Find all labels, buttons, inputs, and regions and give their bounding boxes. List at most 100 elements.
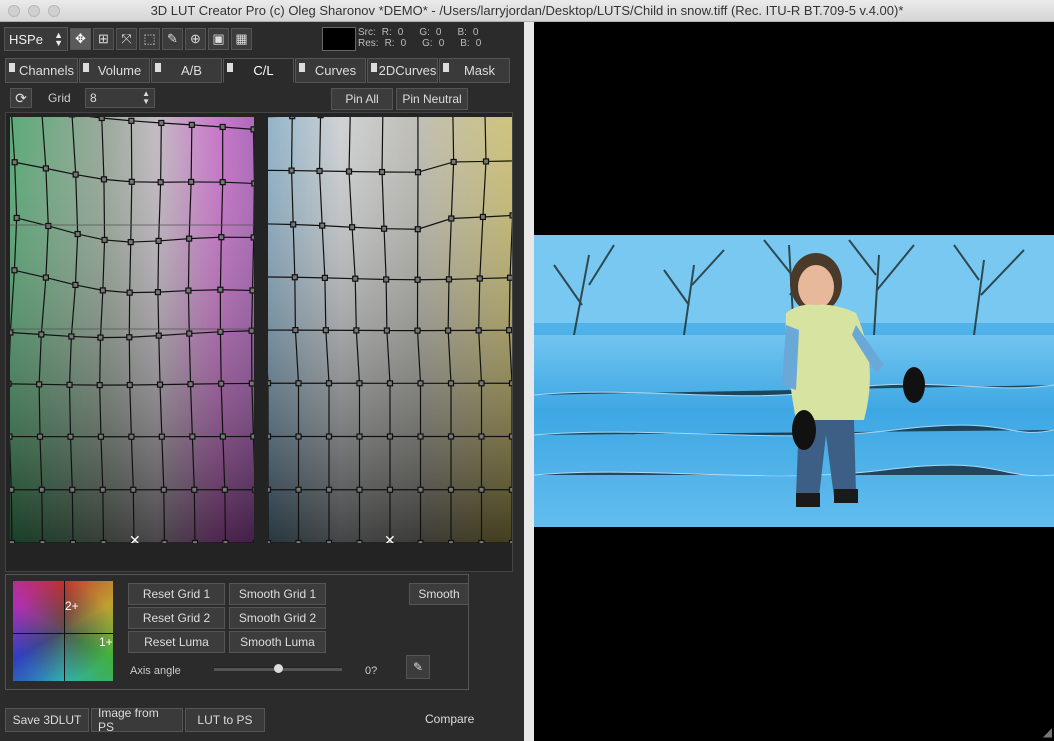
- grid-2-plot[interactable]: ✕: [268, 117, 512, 543]
- grid-node-handle: [222, 539, 229, 543]
- pin-all-button[interactable]: Pin All: [331, 88, 393, 110]
- tab-checkbox[interactable]: [299, 63, 305, 72]
- fit-icon: ▣: [212, 31, 225, 46]
- reset-grid-1-label: Reset Grid 1: [142, 587, 211, 601]
- grid-node-handle: [10, 539, 16, 543]
- smooth-button[interactable]: Smooth: [409, 583, 469, 605]
- tab-cl[interactable]: C/L: [223, 58, 294, 83]
- eyedropper-icon: ✎: [412, 660, 424, 674]
- grid-node-handle: [186, 235, 193, 242]
- grid-node-handle: [157, 179, 164, 186]
- color-swatch: [322, 27, 356, 51]
- lut-to-ps-button[interactable]: LUT to PS: [185, 708, 265, 732]
- tab-checkbox[interactable]: [155, 63, 161, 72]
- grid-move-tool-button[interactable]: ⊞: [93, 28, 114, 50]
- grid-node-handle: [445, 276, 453, 283]
- grid-node-handle: [128, 178, 135, 185]
- smooth-grid-2-button[interactable]: Smooth Grid 2: [229, 607, 326, 629]
- pin-neutral-button[interactable]: Pin Neutral: [396, 88, 468, 110]
- tab-2dcurves[interactable]: 2DCurves: [367, 58, 438, 83]
- smooth-grid-1-button[interactable]: Smooth Grid 1: [229, 583, 326, 605]
- grid-node-handle: [219, 433, 226, 440]
- grid-size-value: 8: [90, 91, 97, 105]
- mode-select-value: HSPe: [9, 31, 43, 47]
- grid-bar: ⟳ Grid 8 ▲ ▼ Pin All Pin Neutral: [5, 86, 513, 112]
- grid-node-handle: [414, 169, 422, 176]
- grid-node-handle: [98, 117, 105, 122]
- color-wheel[interactable]: 2+ 1+: [13, 581, 113, 681]
- grid-1-plot[interactable]: ✕: [10, 117, 254, 543]
- res-g-label: G:: [422, 38, 433, 49]
- tab-ab[interactable]: A/B: [151, 58, 222, 83]
- split-divider[interactable]: [524, 22, 534, 741]
- move-tool-button[interactable]: ✥: [70, 28, 91, 50]
- tab-checkbox[interactable]: [443, 63, 449, 72]
- cl-grid-area: ✕ ✕: [5, 112, 513, 572]
- grid-node-handle: [250, 126, 254, 133]
- tab-label: Channels: [19, 63, 74, 78]
- reset-grid-1-button[interactable]: Reset Grid 1: [128, 583, 225, 605]
- minimize-window-button[interactable]: [28, 5, 40, 17]
- layout-tool-button[interactable]: ▦: [231, 28, 252, 50]
- reset-luma-button[interactable]: Reset Luma: [128, 631, 225, 653]
- grid-node-handle: [11, 267, 18, 274]
- fit-tool-button[interactable]: ▣: [208, 28, 229, 50]
- smooth-luma-label: Smooth Luma: [240, 635, 315, 649]
- grid-node-handle: [188, 121, 195, 128]
- grid-node-handle: [508, 486, 512, 493]
- tab-checkbox[interactable]: [9, 63, 15, 72]
- grid-node-handle: [38, 331, 45, 338]
- scale-tool-button[interactable]: ⤧: [116, 28, 137, 50]
- grid-node-handle: [126, 289, 133, 296]
- close-window-button[interactable]: [8, 5, 20, 17]
- grid-node-handle: [10, 433, 13, 440]
- tab-mask[interactable]: Mask: [439, 58, 510, 83]
- tab-volume[interactable]: Volume: [79, 58, 150, 83]
- eyedropper-tool-button[interactable]: ✎: [162, 28, 183, 50]
- zoom-window-button[interactable]: [48, 5, 60, 17]
- grid-node-handle: [10, 380, 12, 387]
- grid-node-handle: [290, 221, 297, 228]
- grid-node-handle: [249, 287, 254, 294]
- grid-node-handle: [188, 178, 195, 186]
- tab-checkbox[interactable]: [83, 63, 89, 72]
- grid-node-handle: [248, 380, 254, 387]
- tab-checkbox[interactable]: [371, 63, 377, 72]
- image-from-ps-button[interactable]: Image from PS: [91, 706, 183, 734]
- smooth-luma-button[interactable]: Smooth Luma: [229, 631, 326, 653]
- grid-label: Grid: [48, 91, 71, 105]
- tab-channels[interactable]: Channels: [5, 58, 78, 83]
- chevron-updown-icon: ▲ ▼: [142, 89, 150, 106]
- tab-checkbox[interactable]: [227, 63, 233, 72]
- save-3dlut-button[interactable]: Save 3DLUT: [5, 708, 89, 732]
- tab-curves[interactable]: Curves: [295, 58, 366, 83]
- grid-node-handle: [349, 224, 356, 231]
- grid-node-handle: [158, 119, 165, 127]
- grid-node-handle: [417, 486, 424, 493]
- axis-line: [13, 633, 113, 634]
- save-3dlut-label: Save 3DLUT: [12, 713, 82, 727]
- grid-node-handle: [11, 159, 18, 166]
- mode-select[interactable]: HSPe ▲ ▼: [4, 27, 68, 51]
- resize-grip-icon[interactable]: ◢: [1043, 725, 1052, 739]
- grid-node-handle: [353, 327, 360, 334]
- zoom-icon: ⊕: [190, 31, 201, 46]
- reset-view-button[interactable]: ⟳: [10, 88, 32, 108]
- eyedropper-icon: ✎: [167, 31, 178, 46]
- grid-node-handle: [478, 380, 485, 387]
- grid-node-handle: [155, 332, 162, 339]
- slider-knob[interactable]: [274, 664, 283, 673]
- eyedropper-button[interactable]: ✎: [406, 655, 430, 679]
- grid-node-handle: [386, 486, 394, 493]
- zoom-tool-button[interactable]: ⊕: [185, 28, 206, 50]
- axis-marker-icon: ✕: [384, 532, 396, 543]
- reset-grid-2-button[interactable]: Reset Grid 2: [128, 607, 225, 629]
- grid-node-handle: [476, 275, 483, 282]
- image-viewer[interactable]: ◢: [534, 22, 1054, 741]
- select-rect-tool-button[interactable]: ⬚: [139, 28, 160, 50]
- toolbar: HSPe ▲ ▼ ✥ ⊞ ⤧ ⬚ ✎ ⊕ ▣ ▦: [4, 26, 252, 52]
- compare-button[interactable]: Compare: [425, 712, 474, 726]
- grid-node-handle: [445, 327, 452, 334]
- grid-size-stepper[interactable]: 8 ▲ ▼: [85, 88, 155, 108]
- axis-angle-slider[interactable]: [214, 664, 342, 673]
